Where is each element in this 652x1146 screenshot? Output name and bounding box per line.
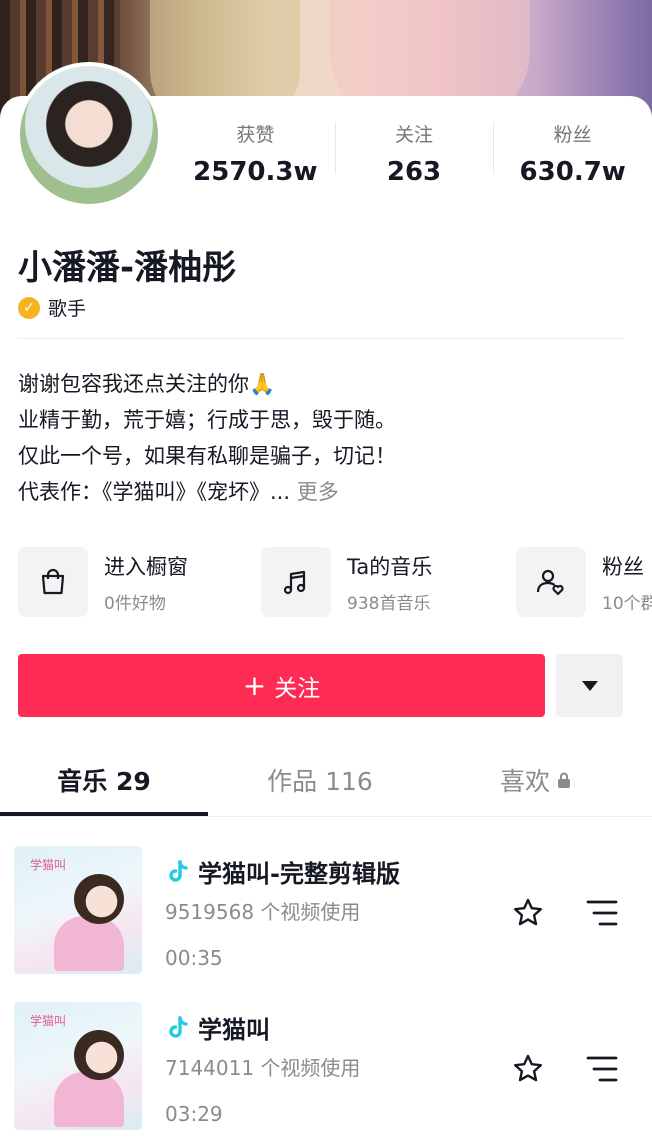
plus-icon: + — [242, 668, 267, 702]
stat-likes-label: 获赞 — [236, 124, 275, 146]
shortcut-subtitle: 0件好物 — [104, 593, 166, 614]
music-title-text: 学猫叫 — [198, 1016, 270, 1044]
shortcut-title: 进入橱窗 — [104, 554, 188, 579]
tab-works[interactable]: 作品 116 — [216, 762, 424, 798]
shortcut-showcase[interactable]: 进入橱窗 0件好物 — [18, 546, 188, 618]
profile-bio: 谢谢包容我还点关注的你🙏 业精于勤，荒于嬉；行成于思，毁于随。 仅此一个号，如果… — [18, 366, 618, 510]
stat-followers-label: 粉丝 — [553, 124, 592, 146]
bio-line: 业精于勤，荒于嬉；行成于思，毁于随。 — [18, 408, 396, 432]
content-tabs: 音乐 29 作品 116 喜欢 — [0, 752, 652, 816]
music-list-item[interactable]: 学猫叫 学猫叫 7144011 个视频使用 03:29 — [0, 1002, 652, 1132]
verified-badge: ✓ 歌手 — [18, 294, 86, 321]
music-duration: 03:29 — [165, 1102, 223, 1126]
shortcut-music[interactable]: Ta的音乐 938首音乐 — [261, 546, 432, 618]
tab-likes-label: 喜欢 — [500, 767, 551, 796]
stat-followers[interactable]: 粉丝 630.7w — [493, 116, 652, 196]
bio-more-link[interactable]: 更多 — [297, 480, 339, 504]
tiktok-note-icon — [169, 859, 188, 882]
favorite-star-icon[interactable] — [511, 896, 545, 930]
recommend-dropdown-button[interactable] — [556, 654, 623, 717]
fans-group-icon — [516, 547, 586, 617]
music-usage-count: 7144011 个视频使用 — [165, 1056, 361, 1080]
music-cover-image: 学猫叫 — [14, 1002, 142, 1130]
music-cover-image: 学猫叫 — [14, 846, 142, 974]
bio-line-last: 代表作：《学猫叫》《宠坏》... 更多 — [18, 474, 618, 510]
follow-button-label: 关注 — [274, 675, 321, 702]
bio-line: 谢谢包容我还点关注的你🙏 — [18, 372, 276, 396]
shortcut-title: Ta的音乐 — [347, 554, 433, 579]
stat-following-value: 263 — [386, 157, 442, 187]
music-title-text: 学猫叫-完整剪辑版 — [198, 860, 400, 888]
stat-likes[interactable]: 获赞 2570.3w — [176, 116, 335, 196]
add-to-playlist-icon[interactable] — [586, 1054, 618, 1084]
profile-name: 小潘潘-潘柚彤 — [18, 248, 237, 288]
stat-likes-value: 2570.3w — [193, 157, 318, 187]
shortcut-fans-group[interactable]: 粉丝 10个群 — [516, 546, 652, 618]
bio-text: 代表作：《学猫叫》《宠坏》... — [18, 480, 291, 504]
music-note-icon — [261, 547, 331, 617]
add-to-playlist-icon[interactable] — [586, 898, 618, 928]
shopping-bag-icon — [18, 547, 88, 617]
verified-check-icon: ✓ — [18, 296, 40, 319]
cover-title-text: 学猫叫 — [30, 858, 67, 872]
shortcut-title: 粉丝 — [602, 554, 644, 579]
divider — [18, 338, 624, 339]
cover-title-text: 学猫叫 — [30, 1014, 67, 1028]
music-title: 学猫叫 — [166, 1010, 270, 1045]
follow-button[interactable]: + 关注 — [18, 654, 545, 717]
music-title: 学猫叫-完整剪辑版 — [166, 854, 400, 889]
music-list-item[interactable]: 学猫叫 学猫叫-完整剪辑版 9519568 个视频使用 00:35 — [0, 846, 652, 976]
shortcut-row: 进入橱窗 0件好物 Ta的音乐 938首音乐 粉丝 10个群 — [18, 546, 652, 618]
shortcut-subtitle: 10个群 — [602, 593, 652, 614]
lock-icon — [558, 772, 571, 788]
bio-line: 仅此一个号，如果有私聊是骗子，切记！ — [18, 444, 396, 468]
avatar[interactable] — [16, 62, 162, 208]
stat-following-label: 关注 — [395, 124, 434, 146]
favorite-star-icon[interactable] — [511, 1052, 545, 1086]
tab-music[interactable]: 音乐 29 — [0, 762, 208, 798]
caret-down-icon — [581, 680, 598, 691]
stat-followers-value: 630.7w — [519, 157, 626, 187]
stat-following[interactable]: 关注 263 — [334, 116, 494, 196]
music-usage-count: 9519568 个视频使用 — [165, 900, 361, 924]
profile-stats: 获赞 2570.3w 关注 263 粉丝 630.7w — [176, 116, 652, 196]
shortcut-subtitle: 938首音乐 — [347, 593, 431, 614]
divider — [0, 816, 652, 817]
badge-label: 歌手 — [48, 298, 87, 320]
music-duration: 00:35 — [165, 946, 223, 970]
tiktok-note-icon — [169, 1015, 188, 1038]
tab-likes[interactable]: 喜欢 — [500, 762, 610, 798]
